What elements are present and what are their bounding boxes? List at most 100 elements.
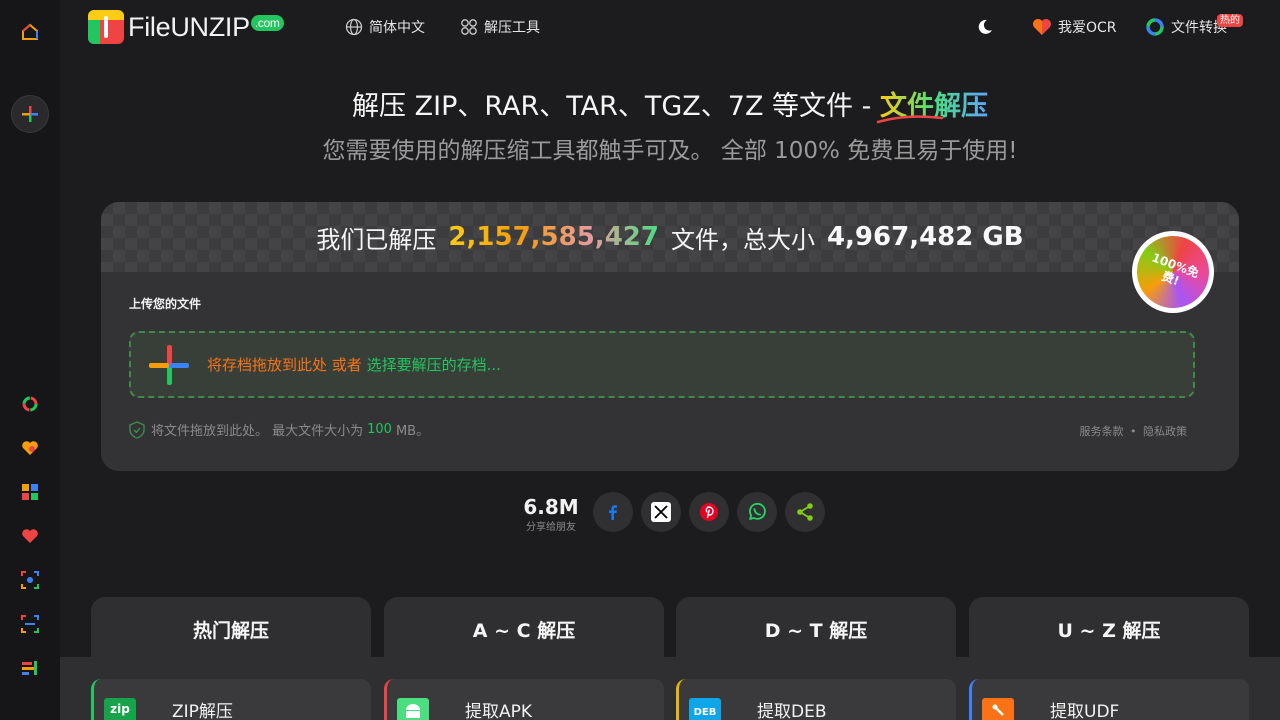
dark-mode-toggle[interactable] <box>977 19 999 35</box>
card-zip[interactable]: zip ZIP解压 <box>91 679 371 720</box>
privacy-link[interactable]: 隐私政策 <box>1143 425 1187 438</box>
android-icon <box>397 698 429 720</box>
total-size: 4,967,482 GB <box>826 222 1024 252</box>
heart-icon <box>1033 19 1051 35</box>
facebook-icon <box>609 505 617 520</box>
deb-file-icon: DEB <box>689 698 721 720</box>
chart-icon <box>22 661 37 675</box>
share-icon <box>797 503 813 521</box>
home-icon <box>22 23 38 40</box>
nav-convert-label-wrap: 文件转换 热的 <box>1171 14 1243 37</box>
rail-favorite-button[interactable] <box>0 514 60 558</box>
page-subtitle: 您需要使用的解压缩工具都触手可及。 全部 100% 免费且易于使用! <box>322 138 1018 164</box>
page-title-prefix: 解压 ZIP、RAR、TAR、TGZ、7Z 等文件 - <box>352 91 880 122</box>
size-info: 将文件拖放到此处。 最大文件大小为 100 MB。 <box>129 420 429 439</box>
plus-icon <box>22 106 38 122</box>
nav-ocr-label: 我爱OCR <box>1058 20 1117 36</box>
heart-icon <box>22 529 38 543</box>
card-udf-label: 提取UDF <box>1050 702 1120 720</box>
share-more-button[interactable] <box>785 492 825 532</box>
card-udf[interactable]: 提取UDF <box>969 679 1249 720</box>
card-apk-label: 提取APK <box>465 702 533 720</box>
max-size-value: 100 <box>367 422 392 437</box>
share-count: 6.8M 分享给朋友 <box>520 496 582 533</box>
rail-chart-button[interactable] <box>0 646 60 690</box>
globe-icon <box>345 18 363 36</box>
free-badge-text: 100%免费! <box>1149 250 1201 289</box>
size-info-text: 将文件拖放到此处。 最大文件大小为 <box>151 424 364 439</box>
legal-separator: • <box>1130 425 1137 438</box>
card-apk[interactable]: 提取APK <box>384 679 664 720</box>
shield-check-icon <box>129 420 145 439</box>
hot-badge: 热的 <box>1217 14 1243 27</box>
tab-a-c[interactable]: A ~ C 解压 <box>384 597 664 661</box>
terms-link[interactable]: 服务条款 <box>1080 425 1124 438</box>
android-robot-shape <box>406 704 420 718</box>
rail-heart-tool-button[interactable] <box>0 426 60 470</box>
x-icon <box>654 505 668 519</box>
disc-tool-shape <box>992 704 1004 716</box>
zip-file-icon: zip <box>104 698 136 720</box>
rail-ocr-button[interactable] <box>0 602 60 646</box>
left-rail <box>0 0 60 720</box>
logo-text: FileUNZIP .com <box>128 12 284 43</box>
nav-tools[interactable]: 解压工具 <box>460 17 540 37</box>
tab-d-t[interactable]: D ~ T 解压 <box>676 597 956 661</box>
convert-icon <box>1146 18 1164 36</box>
dropzone[interactable]: 将存档拖放到此处 或者 选择要解压的存档... <box>129 331 1195 398</box>
nav-ocr[interactable]: 我爱OCR <box>1032 17 1117 37</box>
logo-suffix: .com <box>250 14 284 31</box>
rail-scan-button[interactable] <box>0 558 60 602</box>
nav-language-label: 简体中文 <box>369 20 425 36</box>
share-whatsapp-button[interactable] <box>737 492 777 532</box>
share-facebook-button[interactable] <box>593 492 633 532</box>
upload-label: 上传您的文件 <box>129 297 202 311</box>
scan-icon <box>21 571 39 589</box>
header: FileUNZIP .com 简体中文 解压工具 我爱OCR 文件转换 热的 <box>60 0 1280 56</box>
nav-tools-label: 解压工具 <box>484 20 540 36</box>
deb-icon-text: DEB <box>693 707 717 718</box>
tab-d-t-label: D ~ T 解压 <box>764 619 868 642</box>
logo-icon <box>88 10 124 44</box>
moon-icon <box>978 19 992 34</box>
stats-banner: 我们已解压 2,157,585,427 文件，总大小 4,967,482 GB <box>101 202 1239 272</box>
ocr-icon <box>21 615 39 633</box>
nav-convert[interactable]: 文件转换 热的 <box>1145 14 1243 37</box>
legal-links: 服务条款 • 隐私政策 <box>1080 423 1188 439</box>
card-deb-label: 提取DEB <box>757 702 827 720</box>
add-button[interactable] <box>0 92 60 136</box>
size-info-unit: MB。 <box>395 424 430 439</box>
stats-prefix: 我们已解压 <box>316 225 437 254</box>
share-x-button[interactable] <box>641 492 681 532</box>
share-count-value: 6.8M <box>523 495 579 519</box>
pinterest-icon <box>700 503 718 521</box>
page-title: 解压 ZIP、RAR、TAR、TGZ、7Z 等文件 - 文件解压 <box>60 84 1280 124</box>
tab-u-z[interactable]: U ~ Z 解压 <box>969 597 1249 661</box>
underline-swoosh <box>876 115 944 124</box>
rail-convert-button[interactable] <box>0 382 60 426</box>
share-pinterest-button[interactable] <box>689 492 729 532</box>
select-archive-link[interactable]: 选择要解压的存档... <box>367 356 501 374</box>
convert-icon <box>22 396 38 412</box>
card-deb[interactable]: DEB 提取DEB <box>676 679 956 720</box>
tab-popular-label: 热门解压 <box>192 619 269 642</box>
page-title-accent: 文件解压 <box>876 84 988 124</box>
free-badge: 100%免费! <box>1126 225 1220 319</box>
udf-file-icon <box>982 698 1014 720</box>
whatsapp-icon <box>749 502 766 520</box>
nav-language[interactable]: 简体中文 <box>345 17 425 37</box>
home-button[interactable] <box>0 10 60 54</box>
heart-tool-icon <box>22 441 38 455</box>
tab-popular[interactable]: 热门解压 <box>91 597 371 661</box>
card-zip-label: ZIP解压 <box>172 702 233 720</box>
site-logo[interactable]: FileUNZIP .com <box>88 10 284 44</box>
file-count: 2,157,585,427 <box>448 222 659 252</box>
x-icon-box <box>651 502 671 522</box>
zip-icon-text: zip <box>110 702 130 716</box>
drop-instruction: 将存档拖放到此处 或者 <box>207 356 362 374</box>
plus-icon <box>149 344 189 385</box>
stats-middle: 文件，总大小 <box>670 225 815 254</box>
apps-grid-icon <box>22 484 38 500</box>
rail-apps-button[interactable] <box>0 470 60 514</box>
tab-a-c-label: A ~ C 解压 <box>472 619 576 642</box>
